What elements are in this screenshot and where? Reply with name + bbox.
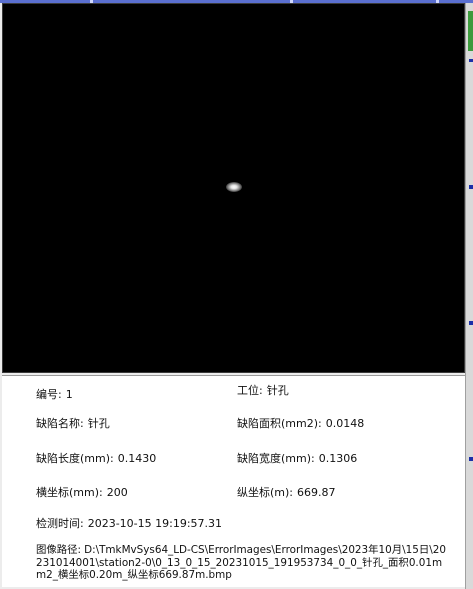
- defect-width-field: 缺陷宽度(mm): 0.1306: [237, 452, 357, 466]
- right-side-rail: [465, 3, 473, 589]
- defect-area-value: 0.0148: [325, 417, 365, 430]
- defect-info-panel: 编号: 1 工位: 针孔 缺陷名称: 针孔 缺陷面积(mm2): 0.0148 缺陷长度…: [2, 375, 465, 587]
- defect-length-value: 0.1430: [117, 452, 157, 465]
- defect-name-label: 缺陷名称:: [36, 417, 84, 430]
- rail-marker: [469, 457, 473, 461]
- x-coordinate-label: 横坐标(mm):: [36, 486, 103, 499]
- image-path-label: 图像路径:: [36, 544, 82, 556]
- detect-time-value: 2023-10-15 19:19:57.31: [87, 517, 223, 530]
- defect-image-view[interactable]: [2, 3, 465, 373]
- defect-area-label: 缺陷面积(mm2):: [237, 417, 322, 430]
- image-path-field: 图像路径: D:\TmkMvSys64_LD-CS\ErrorImages\Err…: [36, 544, 446, 582]
- image-path-value: D:\TmkMvSys64_LD-CS\ErrorImages\ErrorIma…: [36, 544, 446, 581]
- defect-name-field: 缺陷名称: 针孔: [36, 417, 110, 431]
- detect-time-label: 检测时间:: [36, 517, 84, 530]
- x-coordinate-field: 横坐标(mm): 200: [36, 486, 128, 500]
- rail-status-indicator: [468, 11, 473, 51]
- defect-area-field: 缺陷面积(mm2): 0.0148: [237, 417, 364, 431]
- defect-spot: [226, 182, 242, 192]
- defect-length-label: 缺陷长度(mm):: [36, 452, 114, 465]
- y-coordinate-value: 669.87: [297, 486, 336, 499]
- detect-time-field: 检测时间: 2023-10-15 19:19:57.31: [36, 517, 222, 531]
- station-label: 工位:: [237, 384, 263, 397]
- defect-name-value: 针孔: [87, 417, 110, 430]
- y-coordinate-field: 纵坐标(m): 669.87: [237, 486, 336, 500]
- rail-marker: [469, 185, 473, 189]
- defect-width-value: 0.1306: [318, 452, 358, 465]
- station-field: 工位: 针孔: [237, 384, 289, 398]
- defect-viewer-window: 编号: 1 工位: 针孔 缺陷名称: 针孔 缺陷面积(mm2): 0.0148 缺陷长度…: [0, 0, 473, 589]
- rail-marker: [469, 321, 473, 325]
- id-value: 1: [65, 388, 73, 401]
- id-label: 编号:: [36, 388, 62, 401]
- rail-marker: [469, 59, 473, 62]
- defect-length-field: 缺陷长度(mm): 0.1430: [36, 452, 156, 466]
- station-value: 针孔: [266, 384, 289, 397]
- defect-width-label: 缺陷宽度(mm):: [237, 452, 315, 465]
- x-coordinate-value: 200: [106, 486, 128, 499]
- y-coordinate-label: 纵坐标(m):: [237, 486, 294, 499]
- id-field: 编号: 1: [36, 388, 73, 402]
